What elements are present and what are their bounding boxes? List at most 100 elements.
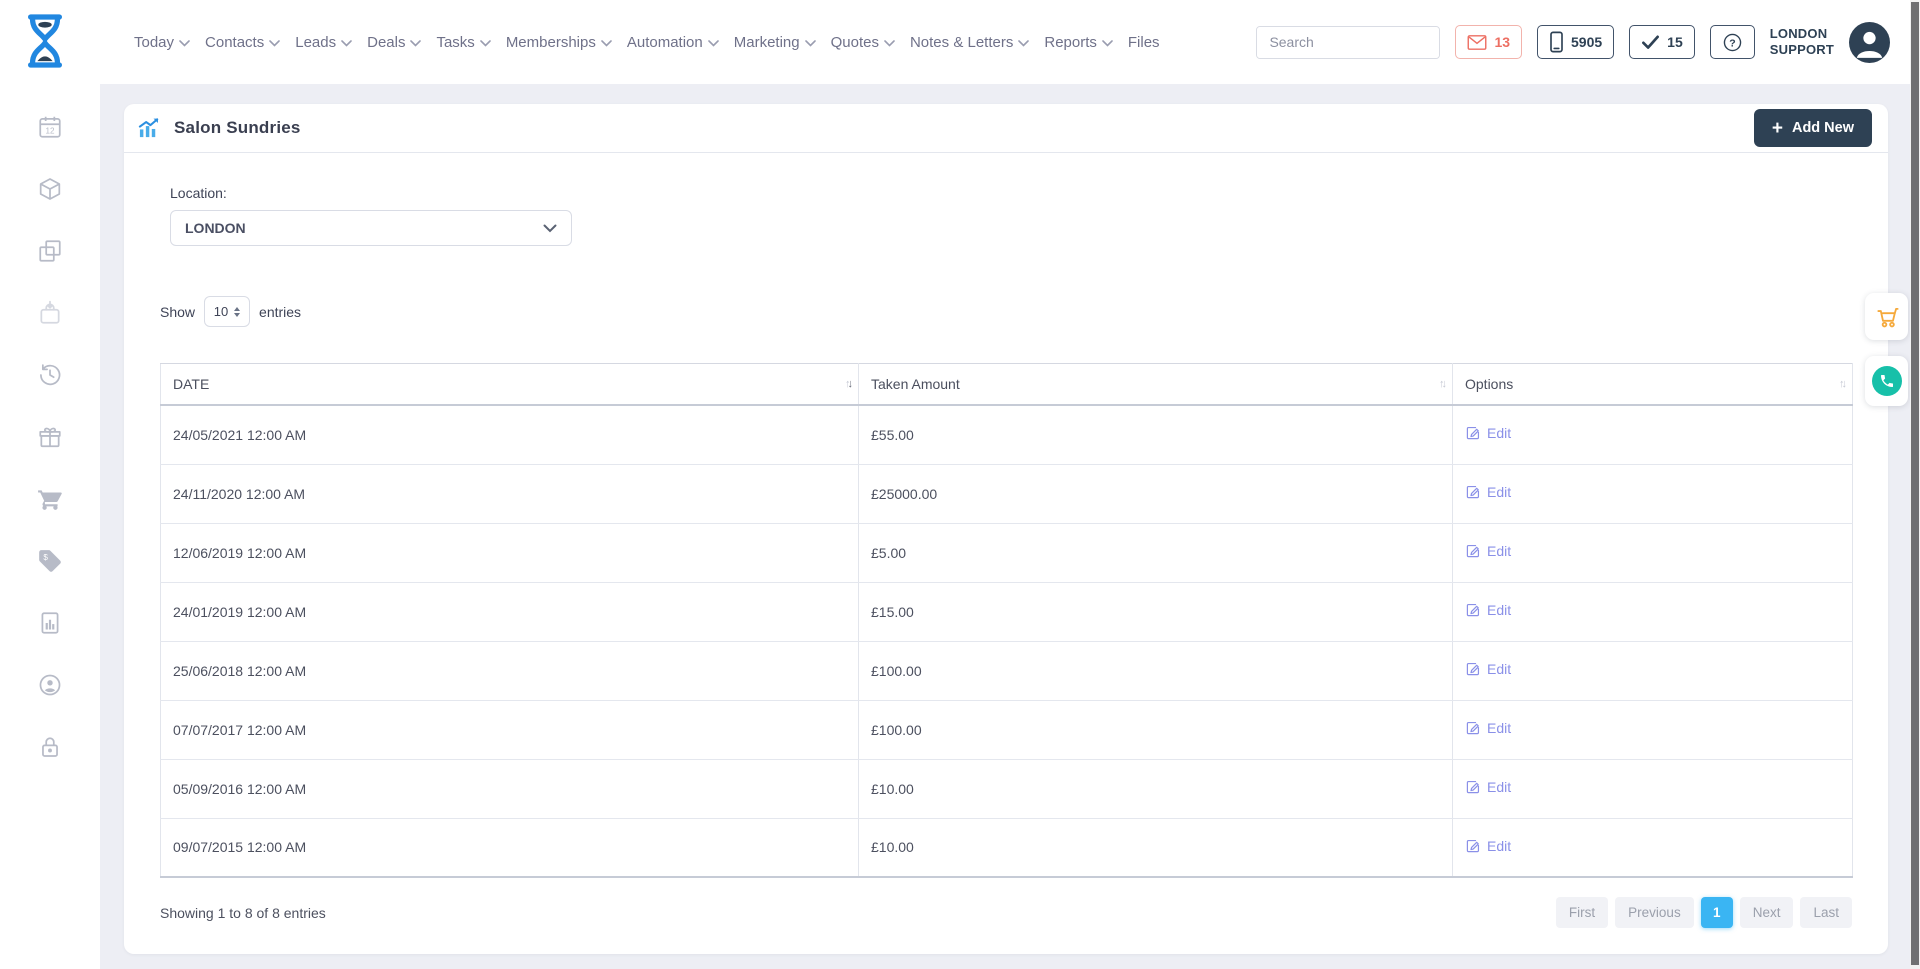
nav-item-contacts[interactable]: Contacts	[205, 34, 280, 51]
floating-phone-button[interactable]	[1865, 356, 1908, 406]
help-button[interactable]: ?	[1710, 25, 1755, 59]
column-header-date[interactable]: DATE	[161, 364, 859, 406]
nav-item-deals[interactable]: Deals	[367, 34, 421, 51]
report-icon[interactable]	[37, 610, 63, 636]
app-logo hourglass-icon[interactable]	[22, 12, 68, 70]
spinner-arrows-icon	[234, 307, 240, 317]
edit-link[interactable]: Edit	[1465, 425, 1511, 441]
nav-item-marketing[interactable]: Marketing	[734, 34, 816, 51]
nav-item-today[interactable]: Today	[134, 34, 190, 51]
edit-link[interactable]: Edit	[1465, 602, 1511, 618]
envelope-icon	[1467, 34, 1487, 51]
edit-link[interactable]: Edit	[1465, 484, 1511, 500]
page-length-row: Show 10 entries	[160, 296, 1852, 327]
chevron-down-icon	[543, 224, 557, 233]
mobile-phone-icon	[1549, 31, 1564, 53]
salon-sundries-card: Salon Sundries Add New Location: LONDON …	[124, 104, 1888, 954]
nav-item-notes-letters[interactable]: Notes & Letters	[910, 34, 1029, 51]
nav-item-tasks[interactable]: Tasks	[436, 34, 490, 51]
edit-pencil-icon	[1465, 838, 1481, 854]
table-row: 24/11/2020 12:00 AM £25000.00 Edit	[161, 464, 1853, 523]
chart-icon	[138, 117, 161, 139]
edit-link[interactable]: Edit	[1465, 661, 1511, 677]
edit-link[interactable]: Edit	[1465, 543, 1511, 559]
pagination-first-button[interactable]: First	[1556, 897, 1608, 928]
edit-link[interactable]: Edit	[1465, 838, 1511, 854]
edit-link[interactable]: Edit	[1465, 720, 1511, 736]
edit-pencil-icon	[1465, 484, 1481, 500]
date-cell: 25/06/2018 12:00 AM	[161, 641, 859, 700]
options-cell: Edit	[1453, 700, 1853, 759]
amount-cell: £100.00	[859, 641, 1453, 700]
nav-item-memberships[interactable]: Memberships	[506, 34, 612, 51]
column-header-options[interactable]: Options	[1453, 364, 1853, 406]
pagination-previous-button[interactable]: Previous	[1615, 897, 1694, 928]
question-mark-icon: ?	[1722, 32, 1743, 53]
search-box	[1256, 26, 1440, 59]
date-cell: 24/05/2021 12:00 AM	[161, 405, 859, 464]
sort-icon	[1839, 378, 1844, 390]
user-avatar[interactable]	[1849, 22, 1890, 63]
options-cell: Edit	[1453, 523, 1853, 582]
date-cell: 05/09/2016 12:00 AM	[161, 759, 859, 818]
phone-icon	[1879, 373, 1895, 389]
tasks-badge[interactable]: 15	[1629, 25, 1695, 59]
nav-item-leads[interactable]: Leads	[295, 34, 352, 51]
scrollbar-thumb[interactable]	[1911, 2, 1919, 965]
person-icon	[1849, 22, 1890, 63]
location-label: Location:	[170, 185, 1852, 201]
pagination-last-button[interactable]: Last	[1800, 897, 1852, 928]
options-cell: Edit	[1453, 759, 1853, 818]
chevron-down-icon	[601, 40, 612, 47]
table-row: 07/07/2017 12:00 AM £100.00 Edit	[161, 700, 1853, 759]
cart-icon[interactable]	[37, 486, 63, 512]
calls-badge[interactable]: 5905	[1537, 25, 1614, 59]
lock-icon[interactable]	[37, 734, 63, 760]
history-icon[interactable]	[37, 362, 63, 388]
nav-item-files[interactable]: Files	[1128, 34, 1160, 51]
column-header-taken-amount[interactable]: Taken Amount	[859, 364, 1453, 406]
date-cell: 12/06/2019 12:00 AM	[161, 523, 859, 582]
cart-icon	[1874, 304, 1900, 330]
pagination-page-1-button[interactable]: 1	[1701, 897, 1733, 928]
account-sync-icon[interactable]	[37, 672, 63, 698]
messages-count: 13	[1494, 34, 1510, 50]
floating-cart-button[interactable]	[1865, 293, 1908, 340]
chevron-down-icon	[884, 40, 895, 47]
pagination-next-button[interactable]: Next	[1740, 897, 1794, 928]
calls-count: 5905	[1571, 34, 1602, 50]
svg-text:?: ?	[1729, 37, 1735, 49]
package-icon[interactable]	[37, 176, 63, 202]
nav-item-automation[interactable]: Automation	[627, 34, 719, 51]
edit-pencil-icon	[1465, 661, 1481, 677]
amount-cell: £25000.00	[859, 464, 1453, 523]
shopping-bag-icon[interactable]	[37, 300, 63, 326]
card-body: Location: LONDON Show 10 entries	[124, 153, 1888, 954]
nav-item-reports[interactable]: Reports	[1044, 34, 1113, 51]
price-tag-icon[interactable]: $	[37, 548, 63, 574]
checkmark-icon	[1641, 34, 1660, 50]
page-title: Salon Sundries	[138, 117, 301, 139]
location-selected-value: LONDON	[185, 220, 246, 236]
table-row: 25/06/2018 12:00 AM £100.00 Edit	[161, 641, 1853, 700]
amount-cell: £5.00	[859, 523, 1453, 582]
top-navigation-bar: Today Contacts Leads Deals Tasks Members…	[0, 0, 1920, 84]
chevron-down-icon	[179, 40, 190, 47]
page-scrollbar[interactable]	[1910, 0, 1920, 969]
add-new-button[interactable]: Add New	[1754, 109, 1872, 147]
nav-item-quotes[interactable]: Quotes	[831, 34, 895, 51]
edit-link[interactable]: Edit	[1465, 779, 1511, 795]
table-row: 09/07/2015 12:00 AM £10.00 Edit	[161, 818, 1853, 877]
page-length-select[interactable]: 10	[204, 296, 250, 327]
search-input[interactable]	[1257, 27, 1440, 58]
options-cell: Edit	[1453, 582, 1853, 641]
messages-badge[interactable]: 13	[1455, 25, 1522, 59]
pagination: First Previous 1 Next Last	[1556, 897, 1852, 928]
gift-icon[interactable]	[37, 424, 63, 450]
amount-cell: £100.00	[859, 700, 1453, 759]
calendar-icon[interactable]: 12	[37, 114, 63, 140]
location-select[interactable]: LONDON	[170, 210, 572, 246]
copy-icon[interactable]	[37, 238, 63, 264]
main-content-area: Salon Sundries Add New Location: LONDON …	[100, 84, 1920, 969]
chevron-down-icon	[410, 40, 421, 47]
